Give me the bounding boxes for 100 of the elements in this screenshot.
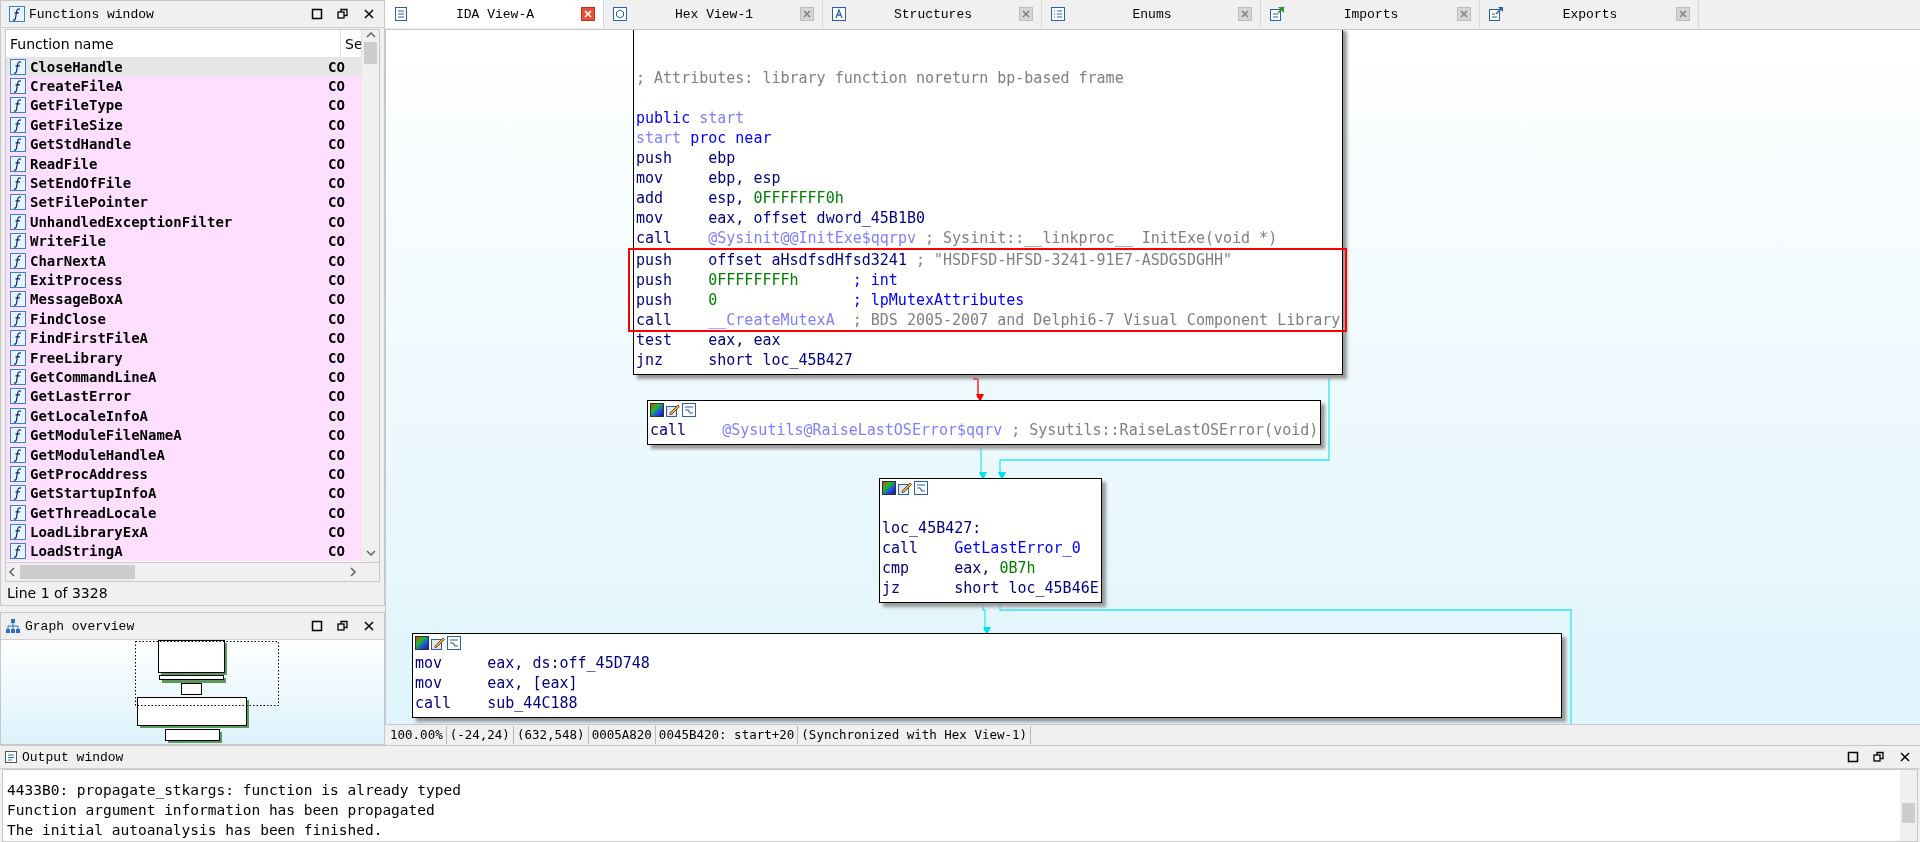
line-count: Line 1 of 3328 (6, 584, 109, 603)
function-name: CloseHandle (29, 58, 124, 75)
close-icon (1241, 10, 1249, 18)
vertical-scrollbar[interactable] (1900, 770, 1917, 841)
function-row[interactable]: CloseHandle CO (6, 57, 362, 77)
chevron-down-icon[interactable] (364, 548, 377, 558)
tab-close-button[interactable] (800, 7, 814, 21)
graph-icon[interactable] (682, 403, 696, 417)
code-line: push 0FFFFFFFFh ; int (635, 270, 899, 290)
status-field: (Synchronized with Hex View-1) (798, 726, 1032, 744)
function-row[interactable]: GetStdHandle CO (6, 134, 362, 154)
chevron-up-icon[interactable] (364, 30, 377, 40)
code-line: start proc near (635, 128, 773, 148)
pencil-icon[interactable] (431, 636, 445, 650)
status-field: 0045B420: start+20 (655, 726, 799, 744)
function-row[interactable]: WriteFile CO (6, 231, 362, 251)
function-row[interactable]: ExitProcess CO (6, 270, 362, 290)
function-icon (10, 504, 26, 521)
function-row[interactable]: GetStartupInfoA CO (6, 483, 362, 503)
function-row[interactable]: GetLastError CO (6, 386, 362, 407)
segment-cell-text: CO (328, 388, 346, 405)
segment-cell-text: CO (328, 213, 346, 230)
close-icon (1460, 10, 1468, 18)
tab[interactable]: IDA View-A (385, 0, 604, 28)
output-line: The initial autoanalysis has been finished. (7, 821, 384, 840)
horizontal-scrollbar[interactable] (5, 563, 380, 582)
function-row[interactable]: FreeLibrary CO (6, 347, 362, 368)
function-row[interactable]: LoadLibraryExA CO (6, 522, 362, 542)
function-name: GetThreadLocale (29, 504, 158, 521)
segment-cell-text: CO (328, 543, 346, 560)
code-line: push ebp (635, 148, 737, 168)
function-name: LoadLibraryExA (29, 524, 149, 541)
function-row[interactable]: FindFirstFileA CO (6, 328, 362, 348)
function-icon (10, 194, 26, 211)
segment-cell-text: CO (328, 427, 346, 444)
graph-node[interactable]: mov eax, ds:off_45D748 mov eax, [eax] call sub_44C188 (412, 633, 1562, 718)
function-row[interactable]: CreateFileA CO (6, 76, 362, 96)
segment-cell-text: CO (328, 291, 346, 308)
function-icon (10, 116, 26, 133)
function-row[interactable]: GetThreadLocale CO (6, 503, 362, 523)
close-icon (1679, 10, 1687, 18)
function-row[interactable]: SetFilePointer CO (6, 192, 362, 213)
pencil-icon[interactable] (898, 481, 912, 495)
tab-close-button[interactable] (1019, 7, 1033, 21)
export-icon (1488, 6, 1504, 22)
function-name: SetEndOfFile (29, 175, 133, 192)
function-row[interactable]: GetLocaleInfoA CO (6, 406, 362, 426)
function-row[interactable]: GetModuleHandleA CO (6, 444, 362, 465)
graph-icon[interactable] (914, 481, 928, 495)
graph-node[interactable]: call @Sysutils@RaiseLastOSError$qqrv ; Sysutils::RaiseLastOSError(void) (647, 400, 1322, 445)
function-row[interactable]: UnhandledExceptionFilter CO (6, 212, 362, 232)
function-icon (10, 368, 26, 385)
code-line: push offset aHsdfsdHfsd3241 ; "HSDFSD-HFSD-3241-91E7-ASDGSDGHH" (635, 250, 1234, 270)
function-row[interactable]: GetCommandLineA CO (6, 367, 362, 387)
graph-icon[interactable] (447, 636, 461, 650)
code-line: call GetLastError_0 (881, 538, 1082, 558)
function-name: GetModuleFileNameA (29, 427, 183, 444)
function-name: GetFileType (29, 97, 124, 114)
function-icon (10, 446, 26, 463)
status-field: (-24,24) (446, 726, 514, 744)
function-row[interactable]: CharNextA CO (6, 250, 362, 271)
function-icon (10, 349, 26, 366)
code-line: push 0 ; lpMutexAttributes (635, 290, 1026, 310)
function-row[interactable]: ReadFile CO (6, 153, 362, 174)
function-row[interactable]: MessageBoxA CO (6, 289, 362, 310)
chevron-right-icon[interactable] (347, 566, 359, 578)
color-gradient-icon[interactable] (882, 481, 896, 495)
function-name: LoadStringA (29, 543, 124, 560)
color-gradient-icon[interactable] (415, 636, 429, 650)
code-line: call @Sysinit@@InitExe$qqrpv ; Sysinit::__linkproc__ InitExe(void *) (635, 228, 1279, 248)
function-icon (9, 6, 25, 22)
segment-cell-text: CO (328, 504, 346, 521)
function-row[interactable]: GetProcAddress CO (6, 464, 362, 484)
square-icon (311, 620, 323, 632)
function-row[interactable]: FindClose CO (6, 309, 362, 329)
code-line: call __CreateMutexA ; BDS 2005-2007 and Delphi6-7 Visual Component Library (635, 310, 1342, 330)
color-gradient-icon[interactable] (650, 403, 664, 417)
function-name: GetStdHandle (29, 136, 133, 153)
scroll-thumb[interactable] (20, 565, 135, 579)
tab-close-button[interactable] (581, 7, 595, 21)
function-row[interactable]: LoadStringA CO (6, 541, 362, 562)
chevron-left-icon[interactable] (6, 566, 18, 578)
function-row[interactable]: GetFileSize CO (6, 115, 362, 135)
function-row[interactable]: SetEndOfFile CO (6, 173, 362, 193)
scroll-thumb[interactable] (364, 42, 377, 64)
document-icon (393, 6, 409, 22)
function-name: FindClose (29, 310, 107, 327)
tab-close-button[interactable] (1457, 7, 1471, 21)
function-name: GetCommandLineA (29, 368, 158, 385)
function-row[interactable]: GetFileType CO (6, 95, 362, 116)
scroll-thumb[interactable] (1902, 803, 1915, 823)
document-icon (4, 750, 18, 764)
function-row[interactable]: GetModuleFileNameA CO (6, 425, 362, 445)
tab-close-button[interactable] (1238, 7, 1252, 21)
function-name: MessageBoxA (29, 291, 124, 308)
pencil-icon[interactable] (666, 403, 680, 417)
code-line: call sub_44C188 (414, 693, 579, 713)
tab-close-button[interactable] (1676, 7, 1690, 21)
vertical-scrollbar[interactable] (362, 30, 379, 562)
graph-node[interactable]: loc_45B427: call GetLastError_0 cmp eax, 0B7h jz short loc_45B46E (879, 478, 1102, 603)
